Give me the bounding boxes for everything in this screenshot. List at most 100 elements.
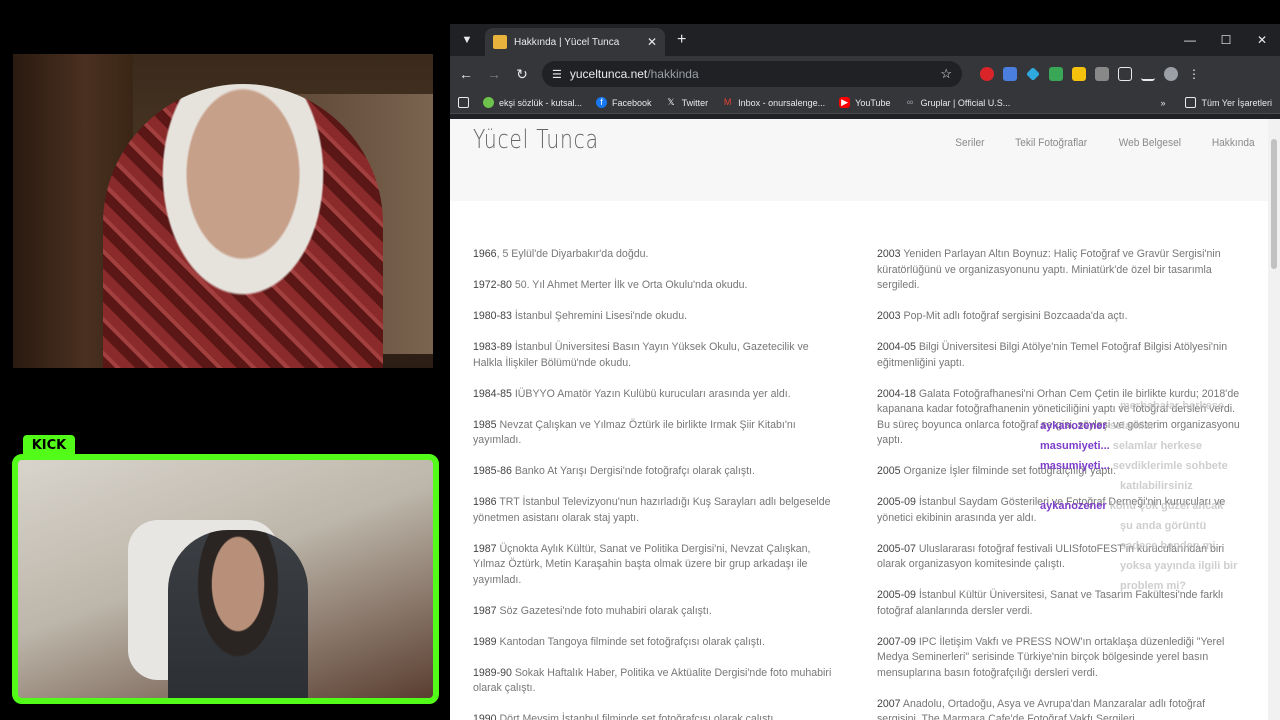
chat-username: aykanozener — [1040, 500, 1107, 512]
entry-year: 1980-83 — [473, 310, 512, 322]
chat-message: yoksa yayında ilgili bir — [1120, 560, 1237, 572]
chat-username: aykanozener — [1040, 420, 1107, 432]
bookmark-label: Facebook — [612, 97, 652, 108]
entry-text: Bilgi Üniversitesi Bilgi Atölye'nin Teme… — [877, 341, 1228, 369]
entry-text: 50. Yıl Ahmet Merter İlk ve Orta Okulu'n… — [511, 279, 748, 291]
biography-entry: 1989-90 Sokak Haftalık Haber, Politika v… — [473, 666, 839, 697]
guest-person — [168, 530, 308, 698]
entry-year: 1990 — [473, 713, 497, 720]
biography-entry: 1985-86 Banko At Yarışı Dergisi'nde foto… — [473, 464, 839, 480]
extension-yellow-icon[interactable] — [1072, 67, 1086, 81]
bookmark-gmail[interactable]: M Inbox - onursalenge... — [722, 97, 825, 108]
chat-text: sevdiklerimle sohbete — [1112, 460, 1228, 472]
profile-avatar-icon[interactable] — [1164, 67, 1178, 81]
biography-entry: 1985 Nevzat Çalışkan ve Yılmaz Öztürk il… — [473, 418, 839, 449]
chat-message: merhabalar herkese — [1120, 400, 1224, 412]
entry-year: 2005-09 — [877, 589, 916, 601]
media-controls-icon[interactable] — [1141, 67, 1155, 81]
more-bookmarks-icon[interactable]: » — [1160, 98, 1165, 108]
extension-r-icon[interactable] — [1049, 67, 1063, 81]
entry-year: 1986 — [473, 496, 497, 508]
gem-icon[interactable] — [1026, 67, 1040, 81]
entry-text: Kantodan Tangoya filminde set fotoğrafçı… — [496, 635, 765, 648]
new-tab-icon[interactable]: + — [677, 31, 686, 49]
maximize-icon[interactable]: ☐ — [1208, 33, 1244, 47]
biography-entry: 1987 Söz Gazetesi'nde foto muhabiri olar… — [473, 604, 839, 620]
chat-text: sadece benden mi — [1120, 540, 1216, 552]
address-bar[interactable]: ☰ yuceltunca.net/hakkinda ☆ — [542, 61, 962, 87]
extensions-area: ⋮ — [980, 67, 1201, 81]
biography-entry: 2003 Pop-Mit adlı fotoğraf sergisini Boz… — [877, 309, 1243, 325]
youtube-icon: ▶ — [839, 97, 851, 108]
bookmark-twitter[interactable]: 𝕏 Twitter — [666, 97, 708, 108]
menu-kebab-icon[interactable]: ⋮ — [1187, 67, 1201, 81]
nav-web-belgesel[interactable]: Web Belgesel — [1119, 137, 1181, 149]
site-title[interactable]: Yücel Tunca — [473, 125, 599, 155]
bookmark-eksi[interactable]: ekşi sözlük - kutsal... — [483, 97, 582, 108]
bookmark-label: Inbox - onursalenge... — [738, 97, 826, 108]
chat-text: katılabilirsiniz — [1120, 480, 1193, 492]
entry-year: 2003 — [877, 248, 901, 260]
entry-year: 2007 — [877, 697, 901, 710]
entry-year: 1972-80 — [473, 279, 512, 291]
bookmark-gruplar[interactable]: ∞ Gruplar | Official U.S... — [905, 97, 1011, 108]
scrollbar-thumb[interactable] — [1271, 139, 1277, 269]
host-person — [103, 84, 383, 368]
chat-text: selamlar herkese — [1112, 440, 1203, 452]
entry-year: 2004-18 — [877, 387, 916, 400]
leaf-icon — [483, 97, 494, 108]
tab-search-icon[interactable]: ▼ — [458, 31, 476, 49]
entry-text: İstanbul Üniversitesi Basın Yayın Yüksek… — [473, 341, 809, 369]
entry-year: 1966 — [473, 248, 497, 260]
all-bookmarks-folder[interactable]: Tüm Yer İşaretleri — [1185, 97, 1272, 108]
bookmark-youtube[interactable]: ▶ YouTube — [839, 97, 891, 108]
all-bookmarks-label: Tüm Yer İşaretleri — [1201, 97, 1272, 108]
entry-text: Söz Gazetesi'nde foto muhabiri olarak ça… — [496, 604, 712, 617]
chat-message: sadece benden mi — [1120, 540, 1215, 552]
window-controls: — ☐ ✕ — [1172, 33, 1280, 47]
entry-text: Pop-Mit adlı fotoğraf sergisini Bozcaada… — [900, 310, 1128, 322]
bookmark-label: ekşi sözlük - kutsal... — [499, 97, 583, 108]
extension-gray-icon[interactable] — [1095, 67, 1109, 81]
browser-window: ▼ Hakkında | Yücel Tunca ✕ + — ☐ ✕ ← → ↻… — [450, 24, 1280, 720]
forward-icon[interactable]: → — [486, 66, 502, 82]
x-icon: 𝕏 — [667, 97, 675, 107]
biography-entry: 1987 Üçnokta Aylık Kültür, Sanat ve Poli… — [473, 542, 839, 589]
bookmark-facebook[interactable]: f Facebook — [596, 97, 652, 108]
nav-hakkinda[interactable]: Hakkında — [1211, 137, 1254, 149]
close-window-icon[interactable]: ✕ — [1244, 33, 1280, 47]
nav-seriler[interactable]: Seriler — [955, 137, 984, 149]
minimize-icon[interactable]: — — [1172, 33, 1208, 47]
site-info-icon[interactable]: ☰ — [552, 68, 562, 81]
bookmark-label: YouTube — [855, 97, 891, 108]
bookmarks-right: » Tüm Yer İşaretleri — [1160, 97, 1272, 108]
translate-icon[interactable] — [1003, 67, 1017, 81]
tab-active[interactable]: Hakkında | Yücel Tunca ✕ — [485, 28, 665, 56]
biography-entry: 2004-05 Bilgi Üniversitesi Bilgi Atölye'… — [877, 340, 1243, 371]
entry-year: 1989 — [473, 635, 497, 648]
bookmark-star-icon[interactable]: ☆ — [940, 66, 952, 82]
entry-text: İstanbul Şehremini Lisesi'nde okudu. — [511, 310, 688, 322]
reload-icon[interactable]: ↻ — [514, 66, 530, 83]
folder-icon — [1185, 97, 1197, 108]
entry-text: IÜBYYO Amatör Yazın Kulübü kurucuları ar… — [511, 387, 791, 400]
chat-username: masumiyeti... — [1040, 460, 1110, 472]
apps-grid-icon[interactable] — [458, 97, 469, 108]
extensions-puzzle-icon[interactable] — [1118, 67, 1132, 81]
nav-tekil-fotograflar[interactable]: Tekil Fotoğraflar — [1015, 137, 1087, 149]
chat-text: yoksa yayında ilgili bir — [1120, 560, 1238, 572]
entry-year: 1983-89 — [473, 341, 512, 353]
close-tab-icon[interactable]: ✕ — [647, 35, 657, 49]
entry-text: Dört Mevsim İstanbul filminde set fotoğr… — [496, 713, 777, 720]
extension-red-icon[interactable] — [980, 67, 994, 81]
chat-message: şu anda görüntü — [1120, 520, 1206, 532]
chat-text: merhabalar herkese — [1120, 400, 1224, 412]
biography-entry: 1986 TRT İstanbul Televizyonu'nun hazırl… — [473, 495, 839, 526]
back-icon[interactable]: ← — [458, 66, 474, 82]
biography-entry: 1980-83 İstanbul Şehremini Lisesi'nde ok… — [473, 309, 839, 325]
entry-text: Yeniden Parlayan Altın Boynuz: Haliç Fot… — [877, 248, 1221, 291]
bookmark-label: Gruplar | Official U.S... — [920, 97, 1011, 108]
biography-entry: 1984-85 IÜBYYO Amatör Yazın Kulübü kuruc… — [473, 387, 839, 403]
chat-text: konu çok güzel ancak — [1109, 500, 1224, 512]
chat-overlay: merhabalar herkese aykanozener selamlar ma… — [1030, 400, 1270, 600]
